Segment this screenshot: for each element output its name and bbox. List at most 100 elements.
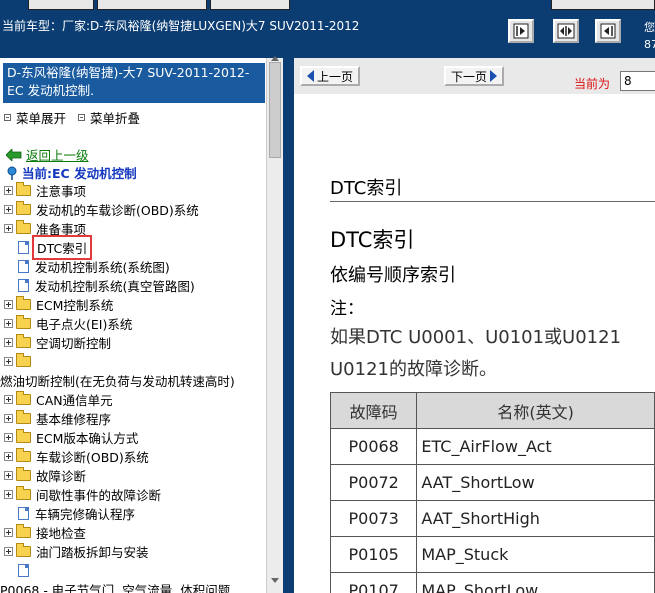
folder-icon [16,296,31,310]
tree-item[interactable] [4,352,36,371]
folder-icon [16,543,31,557]
note-label: 注： [330,299,364,319]
arrow-right-icon [513,23,529,39]
pane-left-button[interactable] [508,19,534,43]
table-row: P0073 AAT_ShortHigh [329,500,655,537]
dtc-name: MAP_Stuck [416,536,655,573]
scroll-down-icon[interactable] [271,578,279,583]
expand-plus-icon[interactable] [4,224,13,233]
folder-icon [16,334,31,348]
expand-plus-icon[interactable] [4,357,13,366]
scroll-up-icon[interactable] [271,56,279,61]
triangle-right-icon [490,70,498,82]
expand-plus-icon[interactable] [4,547,13,556]
folder-icon [16,220,31,234]
folder-icon [16,467,31,481]
navigation-panel: D-东风裕隆(纳智捷)-大7 SUV-2011-2012-EC 发动机控制. 菜… [0,58,284,593]
column-header-name: 名称(英文) [416,392,655,429]
tree-item[interactable]: CAN通信单元 [4,390,113,409]
tree-item[interactable] [18,561,35,580]
dtc-name: ETC_AirFlow_Act [416,428,655,465]
top-tab[interactable] [28,0,94,10]
expand-plus-icon[interactable] [4,414,13,423]
tree-item[interactable]: 空调切断控制 [4,333,111,352]
dtc-code: P0072 [329,464,418,501]
back-link[interactable]: 返回上一级 [6,145,89,164]
dtc-code: P0073 [329,500,418,537]
tree-item[interactable]: 油门踏板拆卸与安装 [4,542,149,561]
side-info-text: 您 87 [644,21,655,51]
expand-plus-icon[interactable] [4,300,13,309]
left-scrollbar[interactable] [266,56,283,593]
document-icon [18,260,29,273]
expand-plus-icon[interactable] [4,490,13,499]
tree-item[interactable]: 发动机的车载诊断(OBD)系统 [4,200,199,219]
tree-item[interactable]: 接地检查 [4,523,86,542]
arrow-left-icon [600,23,616,39]
dtc-code: P0105 [329,536,418,573]
folder-icon [16,448,31,462]
tree-item[interactable]: 发动机控制系统(真空管路图) [18,276,195,295]
scrollbar-thumb[interactable] [269,62,281,158]
folder-icon [16,524,31,538]
current-page-input[interactable] [620,71,655,91]
tree-item[interactable]: 准备事项 [4,219,86,238]
tree-item[interactable]: 车载诊断(OBD)系统 [4,447,149,466]
menu-expand[interactable]: 菜单展开 [4,108,66,127]
pager-bar: 上一页 下一页 当前为 [294,58,655,94]
tree-item[interactable]: 燃油切断控制(在无负荷与发动机转速高时) [0,371,235,390]
folder-icon [16,410,31,424]
tree-item[interactable]: 故障诊断 [4,466,86,485]
expand-plus-icon[interactable] [4,186,13,195]
tree-item[interactable]: P0068 - 电子节气门, 空气流量, 体积问题 [0,580,230,593]
tree-item[interactable]: ECM控制系统 [4,295,113,314]
tree-item[interactable]: 间歇性事件的故障诊断 [4,485,161,504]
top-tab[interactable] [551,0,655,10]
expand-plus-icon[interactable] [4,528,13,537]
expand-plus-icon[interactable] [4,319,13,328]
menu-collapse[interactable]: 菜单折叠 [78,108,140,127]
expand-plus-icon[interactable] [4,205,13,214]
tree-item[interactable]: 注意事项 [4,181,86,200]
tree-item[interactable]: 车辆完修确认程序 [18,504,135,523]
document-title: DTC索引 [330,228,415,252]
current-page-label: 当前为 [574,77,611,91]
split-arrows-icon [557,23,575,39]
document-icon [18,279,29,292]
expand-plus-icon[interactable] [4,338,13,347]
folder-icon [16,353,31,367]
folder-icon [16,429,31,443]
expand-plus-icon[interactable] [4,433,13,442]
tree-item[interactable]: 发动机控制系统(系统图) [18,257,170,276]
next-page-button[interactable]: 下一页 [444,66,505,86]
tree-item[interactable]: 电子点火(EI)系统 [4,314,132,333]
tree-item[interactable]: 基本维修程序 [4,409,111,428]
document-icon [18,564,29,577]
dtc-code: P0107 [329,572,418,593]
pane-split-button[interactable] [553,19,579,43]
panel-title: D-东风裕隆(纳智捷)-大7 SUV-2011-2012-EC 发动机控制. [3,63,265,103]
folder-icon [16,486,31,500]
panel-divider[interactable] [283,58,294,593]
top-tab[interactable] [210,0,290,10]
document-icon [18,241,29,254]
top-bar: 当前车型：厂家:D-东风裕隆(纳智捷LUXGEN)大7 SUV2011-2012 [0,0,655,58]
table-row: P0105 MAP_Stuck [329,536,655,573]
expand-plus-icon[interactable] [4,395,13,404]
expand-plus-icon[interactable] [4,471,13,480]
folder-icon [16,391,31,405]
expand-plus-icon[interactable] [4,452,13,461]
tree-item[interactable]: ECM版本确认方式 [4,428,138,447]
pane-right-button[interactable] [595,19,621,43]
dtc-name: AAT_ShortHigh [416,500,655,537]
pin-icon [7,166,17,180]
prev-page-button[interactable]: 上一页 [300,66,361,86]
table-row: P0072 AAT_ShortLow [329,464,655,501]
column-header-code: 故障码 [329,392,418,429]
heading-rule [330,201,655,202]
dtc-name: MAP_ShortLow [416,572,655,593]
app-window: 当前车型：厂家:D-东风裕隆(纳智捷LUXGEN)大7 SUV2011-2012 [0,0,655,593]
top-tab[interactable] [97,0,207,10]
dtc-code: P0068 [329,428,418,465]
tree-item-selected[interactable]: DTC索引 [18,235,93,260]
